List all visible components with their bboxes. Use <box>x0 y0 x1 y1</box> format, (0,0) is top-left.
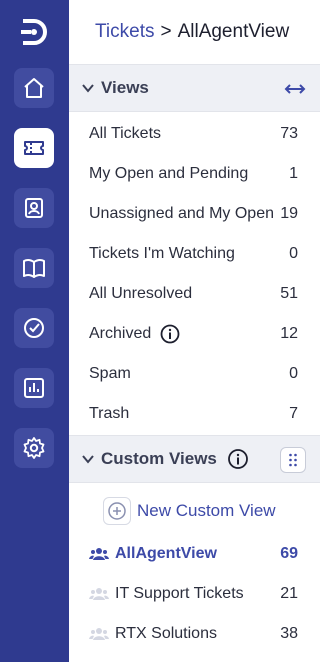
nav-rail <box>0 0 69 662</box>
home-icon <box>24 78 44 98</box>
book-icon <box>23 258 45 278</box>
custom-view-item-allagentview[interactable]: AllAgentView 69 <box>69 534 320 574</box>
custom-view-item-it-support-tickets[interactable]: IT Support Tickets 21 <box>69 574 320 614</box>
view-label: All Unresolved <box>89 285 193 302</box>
check-circle-icon <box>24 318 44 338</box>
custom-views-title: Custom Views <box>101 449 217 468</box>
plus-circle-icon <box>108 502 126 520</box>
custom-view-count: 21 <box>280 585 298 602</box>
app-logo-icon[interactable] <box>16 14 52 50</box>
nav-home-button[interactable] <box>14 68 54 108</box>
bar-chart-icon <box>24 378 44 398</box>
view-item-spam[interactable]: Spam 0 <box>69 354 320 394</box>
group-icon <box>89 628 109 640</box>
custom-views-section-header[interactable]: Custom Views <box>69 435 320 483</box>
custom-view-label: AllAgentView <box>115 545 217 562</box>
views-title: Views <box>101 78 149 97</box>
view-count: 19 <box>280 205 298 222</box>
view-count: 51 <box>280 285 298 302</box>
view-item-my-open-and-pending[interactable]: My Open and Pending 1 <box>69 154 320 194</box>
group-icon <box>89 548 109 560</box>
drag-dots-icon <box>289 453 297 467</box>
view-label: Spam <box>89 365 131 382</box>
view-count: 0 <box>289 245 298 262</box>
view-item-trash[interactable]: Trash 7 <box>69 394 320 434</box>
view-item-all-unresolved[interactable]: All Unresolved 51 <box>69 274 320 314</box>
new-custom-view-label: New Custom View <box>137 501 276 520</box>
breadcrumb-separator: > <box>160 21 172 42</box>
contact-card-icon <box>25 198 43 218</box>
custom-view-label: IT Support Tickets <box>115 585 244 602</box>
view-count: 1 <box>289 165 298 182</box>
nav-knowledge-base-button[interactable] <box>14 248 54 288</box>
view-label: Archived <box>89 325 152 342</box>
nav-reports-button[interactable] <box>14 368 54 408</box>
view-label: Trash <box>89 405 130 422</box>
view-label: Unassigned and My Open <box>89 205 274 222</box>
nav-tasks-button[interactable] <box>14 308 54 348</box>
nav-tickets-button[interactable] <box>14 128 54 168</box>
views-section-header[interactable]: Views <box>69 64 320 112</box>
view-label: My Open and Pending <box>89 165 249 182</box>
custom-view-count: 69 <box>280 545 298 562</box>
chevron-down-icon <box>82 455 94 464</box>
info-icon[interactable] <box>160 324 180 344</box>
view-item-tickets-im-watching[interactable]: Tickets I'm Watching 0 <box>69 234 320 274</box>
add-icon-box <box>103 497 131 525</box>
group-icon <box>89 588 109 600</box>
view-item-archived[interactable]: Archived 12 <box>69 314 320 354</box>
custom-views-menu-button[interactable] <box>280 447 306 473</box>
view-item-unassigned-and-my-open[interactable]: Unassigned and My Open 19 <box>69 194 320 234</box>
ticket-icon <box>24 141 44 155</box>
view-count: 7 <box>289 405 298 422</box>
view-count: 73 <box>280 125 298 142</box>
new-custom-view-button[interactable]: New Custom View <box>103 496 276 526</box>
view-count: 0 <box>289 365 298 382</box>
custom-view-label: RTX Solutions <box>115 625 217 642</box>
views-panel: Views All Tickets 73 My Open and Pending… <box>69 64 320 662</box>
view-count: 12 <box>280 325 298 342</box>
breadcrumb-tickets-link[interactable]: Tickets <box>95 21 154 43</box>
custom-view-item-rtx-solutions[interactable]: RTX Solutions 38 <box>69 614 320 654</box>
view-label: All Tickets <box>89 125 162 142</box>
custom-view-count: 38 <box>280 625 298 642</box>
nav-contacts-button[interactable] <box>14 188 54 228</box>
gear-icon <box>23 437 45 459</box>
view-label: Tickets I'm Watching <box>89 245 235 262</box>
expand-horizontal-icon[interactable] <box>284 79 306 99</box>
breadcrumb: Tickets > AllAgentView <box>69 0 320 64</box>
chevron-down-icon <box>82 84 94 93</box>
view-item-all-tickets[interactable]: All Tickets 73 <box>69 114 320 154</box>
breadcrumb-current: AllAgentView <box>177 21 290 42</box>
nav-settings-button[interactable] <box>14 428 54 468</box>
info-icon[interactable] <box>227 448 249 470</box>
